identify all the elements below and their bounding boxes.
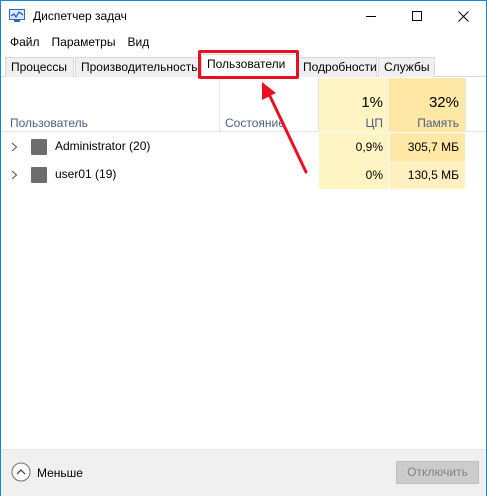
menu-file[interactable]: Файл [4, 33, 46, 53]
close-button[interactable] [440, 1, 486, 31]
cpu-column-label: ЦП [365, 116, 383, 130]
close-icon [457, 10, 469, 22]
tab-processes[interactable]: Процессы [5, 57, 74, 77]
menu-options[interactable]: Параметры [46, 33, 122, 53]
user-avatar-icon [31, 139, 47, 155]
column-cpu[interactable]: 1% ЦП [319, 78, 389, 132]
table-row[interactable]: Administrator (20) 0,9% 305,7 МБ [1, 133, 486, 161]
chevron-right-icon[interactable] [11, 142, 18, 152]
chevron-right-icon[interactable] [11, 170, 18, 180]
column-header: Пользователь Состояние 1% ЦП 32% Память [1, 78, 486, 132]
column-status[interactable]: Состояние [225, 116, 285, 130]
cpu-cell: 0% [319, 161, 389, 189]
title-bar[interactable]: Диспетчер задач [1, 1, 486, 31]
memory-cell: 130,5 МБ [390, 161, 465, 189]
fewer-details-link[interactable]: Меньше [37, 466, 83, 480]
user-name: user01 (19) [55, 167, 117, 181]
user-name: Administrator (20) [55, 139, 151, 153]
table-row[interactable]: user01 (19) 0% 130,5 МБ [1, 161, 486, 189]
tab-services[interactable]: Службы [378, 57, 435, 77]
minimize-icon [366, 15, 376, 17]
task-manager-window: Диспетчер задач Файл Параметры Вид Проце… [0, 0, 487, 496]
maximize-icon [412, 11, 422, 21]
window-title: Диспетчер задач [33, 9, 127, 23]
column-memory[interactable]: 32% Память [390, 78, 465, 132]
disconnect-button[interactable]: Отключить [396, 461, 479, 484]
maximize-button[interactable] [394, 1, 440, 31]
cpu-cell: 0,9% [319, 133, 389, 161]
menu-view[interactable]: Вид [121, 33, 155, 53]
minimize-button[interactable] [348, 1, 394, 31]
tab-details[interactable]: Подробности [297, 57, 377, 77]
column-user[interactable]: Пользователь [10, 116, 88, 130]
memory-total-percent: 32% [428, 94, 459, 111]
footer-bar: Меньше Отключить [1, 449, 486, 496]
user-avatar-icon [31, 167, 47, 183]
tab-performance[interactable]: Производительность [75, 57, 199, 77]
menu-bar: Файл Параметры Вид [1, 33, 155, 53]
chevron-up-circle-icon[interactable] [11, 462, 31, 482]
memory-column-label: Память [417, 116, 459, 130]
tab-highlight-box [198, 50, 299, 79]
column-divider [465, 78, 466, 132]
task-manager-icon [9, 9, 25, 22]
cpu-total-percent: 1% [361, 94, 383, 111]
memory-cell: 305,7 МБ [390, 133, 465, 161]
column-divider [219, 78, 220, 132]
